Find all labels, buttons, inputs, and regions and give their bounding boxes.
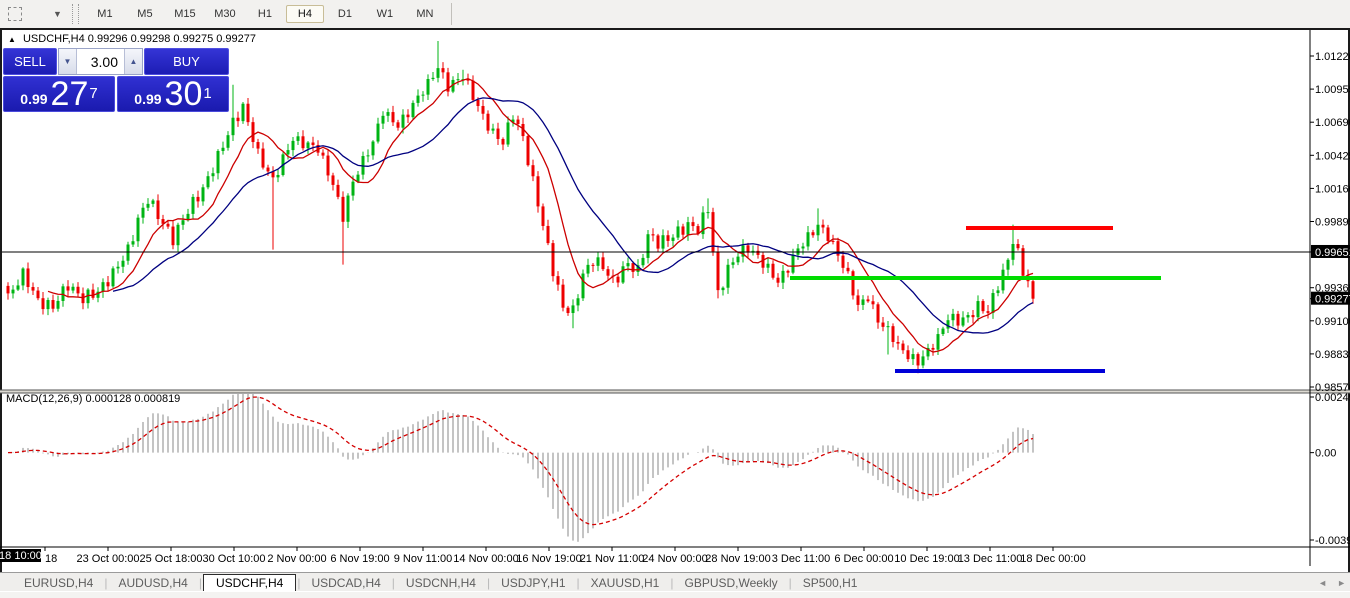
- tab-scroll-right-icon[interactable]: ►: [1337, 578, 1346, 588]
- svg-text:0.98835: 0.98835: [1315, 349, 1350, 361]
- volume-field-wrap: ▼ 3.00 ▲: [58, 48, 143, 75]
- time-axis[interactable]: 18 23 Oct 00:0025 Oct 18:0030 Oct 10:002 …: [0, 547, 1086, 565]
- buy-button[interactable]: BUY: [144, 48, 229, 75]
- crosshair-select-button[interactable]: [4, 3, 26, 25]
- tab-gbpusd-weekly[interactable]: GBPUSD,Weekly: [674, 575, 787, 591]
- dropdown-caret-icon[interactable]: ▼: [53, 9, 62, 19]
- svg-text:0.002492: 0.002492: [1315, 392, 1350, 404]
- symbol-tab-bar: EURUSD,H4|AUDUSD,H4|USDCHF,H4|USDCAD,H4|…: [0, 572, 1350, 592]
- svg-text:28 Nov 19:00: 28 Nov 19:00: [705, 553, 770, 565]
- macd-signal-line: [8, 397, 1033, 525]
- svg-text:25 Oct 18:00: 25 Oct 18:00: [140, 553, 203, 565]
- svg-text:13 Dec 11:00: 13 Dec 11:00: [958, 553, 1023, 565]
- one-click-trading-panel: SELL ▼ 3.00 ▲ BUY 0.99 27 7 0.99 30 1: [3, 48, 229, 112]
- timeframe-button-w1[interactable]: W1: [366, 5, 404, 23]
- svg-text:9 Nov 11:00: 9 Nov 11:00: [394, 553, 453, 565]
- macd-values: 0.000128 0.000819: [85, 393, 180, 405]
- svg-text:18: 18: [45, 553, 57, 565]
- slow-ma-line: [113, 98, 1033, 333]
- symbol-label: USDCHF,H4: [23, 33, 85, 45]
- tab-separator: |: [199, 576, 202, 590]
- svg-text:1.00160: 1.00160: [1315, 183, 1350, 195]
- timeframe-button-mn[interactable]: MN: [406, 5, 444, 23]
- svg-text:0.99651: 0.99651: [1315, 247, 1350, 259]
- sell-price-pip: 7: [89, 77, 97, 111]
- ohlc-values: 0.99296 0.99298 0.99275 0.99277: [88, 33, 256, 45]
- sell-price-main: 27: [51, 79, 89, 109]
- svg-text:0.99277: 0.99277: [1315, 294, 1350, 306]
- tab-scroll-left-icon[interactable]: ◄: [1318, 578, 1327, 588]
- tab-usdchf-h4[interactable]: USDCHF,H4: [203, 574, 296, 592]
- svg-text:14 Nov 00:00: 14 Nov 00:00: [453, 553, 518, 565]
- tab-usdcad-h4[interactable]: USDCAD,H4: [301, 575, 390, 591]
- tab-separator: |: [577, 576, 580, 590]
- timeframe-buttons: M1M5M15M30H1H4D1W1MN: [85, 0, 445, 28]
- macd-indicator-label: MACD(12,26,9) 0.000128 0.000819: [6, 393, 180, 405]
- volume-increase-button[interactable]: ▲: [124, 49, 142, 74]
- tab-separator: |: [670, 576, 673, 590]
- mt4-terminal: ▼ M1M5M15M30H1H4D1W1MN 1.012201.009551.0…: [0, 0, 1350, 598]
- toolbar-grip[interactable]: [72, 4, 79, 24]
- svg-text:1.00690: 1.00690: [1315, 117, 1350, 129]
- tab-separator: |: [789, 576, 792, 590]
- tab-separator: |: [104, 576, 107, 590]
- dashed-rect-icon: [8, 7, 22, 21]
- buy-price-button[interactable]: 0.99 30 1: [117, 76, 229, 112]
- svg-text:-0.003913: -0.003913: [1315, 535, 1350, 547]
- tab-separator: |: [392, 576, 395, 590]
- tab-usdjpy-h1[interactable]: USDJPY,H1: [491, 575, 575, 591]
- svg-text:18 Dec 00:00: 18 Dec 00:00: [1020, 553, 1085, 565]
- buy-price-prefix: 0.99: [134, 89, 161, 109]
- tab-eurusd-h4[interactable]: EURUSD,H4: [14, 575, 103, 591]
- timeframe-toolbar: ▼ M1M5M15M30H1H4D1W1MN: [0, 0, 1350, 29]
- svg-text:0.99895: 0.99895: [1315, 217, 1350, 229]
- tab-separator: |: [487, 576, 490, 590]
- buy-price-pip: 1: [203, 77, 211, 111]
- svg-text:0.00: 0.00: [1315, 448, 1336, 460]
- tab-usdcnh-h4[interactable]: USDCNH,H4: [396, 575, 486, 591]
- sell-price-prefix: 0.99: [20, 89, 47, 109]
- timeframe-button-m1[interactable]: M1: [86, 5, 124, 23]
- tab-audusd-h4[interactable]: AUDUSD,H4: [108, 575, 197, 591]
- svg-text:23 Oct 00:00: 23 Oct 00:00: [77, 553, 140, 565]
- tab-scroll-buttons: ◄ ►: [1318, 573, 1346, 592]
- chart-title: ▲ USDCHF,H4 0.99296 0.99298 0.99275 0.99…: [8, 33, 256, 45]
- timeframe-button-m15[interactable]: M15: [166, 5, 204, 23]
- status-strip: [0, 591, 1350, 598]
- timeframe-button-m5[interactable]: M5: [126, 5, 164, 23]
- svg-text:6 Nov 19:00: 6 Nov 19:00: [330, 553, 389, 565]
- svg-text:2 Nov 00:00: 2 Nov 00:00: [267, 553, 326, 565]
- timeframe-button-d1[interactable]: D1: [326, 5, 364, 23]
- sell-button[interactable]: SELL: [3, 48, 57, 75]
- svg-text:21 Nov 11:00: 21 Nov 11:00: [580, 553, 645, 565]
- svg-text:30 Oct 10:00: 30 Oct 10:00: [203, 553, 266, 565]
- tab-xauusd-h1[interactable]: XAUUSD,H1: [581, 575, 670, 591]
- buy-price-main: 30: [165, 79, 203, 109]
- volume-input[interactable]: 3.00: [77, 49, 124, 74]
- tab-sp500-h1[interactable]: SP500,H1: [793, 575, 868, 591]
- svg-text:1.00955: 1.00955: [1315, 84, 1350, 96]
- svg-text:24 Nov 00:00: 24 Nov 00:00: [642, 553, 707, 565]
- highlighted-time-label: .18 10:00: [0, 550, 42, 562]
- arrange-arrows-button[interactable]: [30, 3, 52, 25]
- svg-text:1.01220: 1.01220: [1315, 51, 1350, 63]
- timeframe-button-h4[interactable]: H4: [286, 5, 324, 23]
- timeframe-button-m30[interactable]: M30: [206, 5, 244, 23]
- sell-price-button[interactable]: 0.99 27 7: [3, 76, 115, 112]
- macd-axis[interactable]: 0.002492 0.00 -0.003913: [1310, 392, 1350, 547]
- tab-separator: |: [297, 576, 300, 590]
- svg-text:1.00425: 1.00425: [1315, 150, 1350, 162]
- svg-text:6 Dec 00:00: 6 Dec 00:00: [834, 553, 893, 565]
- price-axis[interactable]: 1.01220 1.00955 1.00690 1.00425 1.00160 0.998…: [1310, 51, 1350, 394]
- svg-text:10 Dec 19:00: 10 Dec 19:00: [894, 553, 959, 565]
- svg-text:0.99100: 0.99100: [1315, 316, 1350, 328]
- svg-text:16 Nov 19:00: 16 Nov 19:00: [516, 553, 581, 565]
- volume-decrease-button[interactable]: ▼: [59, 49, 77, 74]
- collapse-triangle-icon[interactable]: ▲: [8, 35, 16, 44]
- timeframe-button-h1[interactable]: H1: [246, 5, 284, 23]
- toolbar-separator: [451, 3, 452, 25]
- symbol-tabs: EURUSD,H4|AUDUSD,H4|USDCHF,H4|USDCAD,H4|…: [14, 574, 867, 592]
- svg-text:3 Dec 11:00: 3 Dec 11:00: [772, 553, 831, 565]
